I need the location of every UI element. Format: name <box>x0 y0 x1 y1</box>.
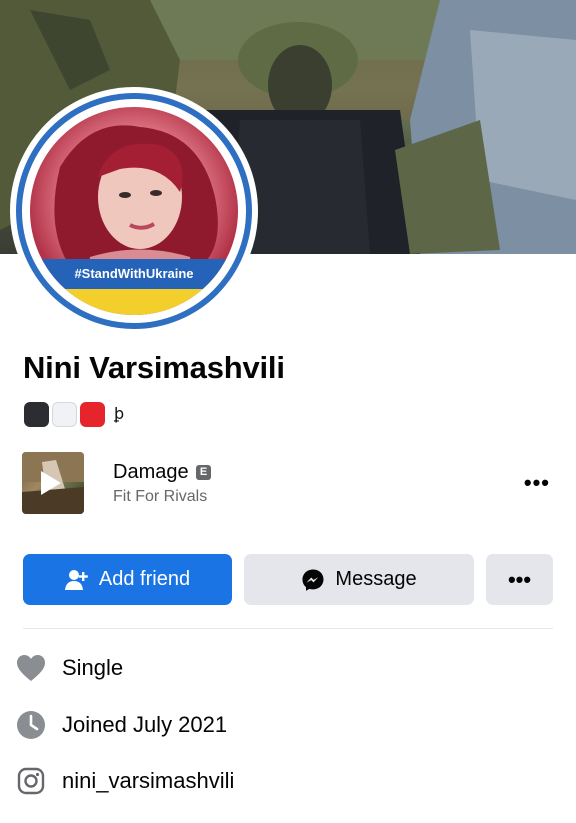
message-label: Message <box>335 568 417 590</box>
detail-joined: Joined July 2021 <box>16 709 227 741</box>
detail-instagram-text[interactable]: nini_varsimashvili <box>62 768 234 794</box>
instagram-icon <box>16 766 46 796</box>
play-icon[interactable] <box>41 471 61 495</box>
avatar-photo: #StandWithUkraine <box>30 107 238 315</box>
profile-emoji-status: ꝧ <box>24 401 124 427</box>
detail-relationship: Single <box>16 652 123 684</box>
song-more-options-icon[interactable]: ••• <box>524 470 550 496</box>
profile-music[interactable]: Damage E Fit For Rivals ••• <box>22 452 556 514</box>
add-friend-icon <box>64 569 89 591</box>
explicit-badge: E <box>196 465 211 480</box>
more-options-button[interactable]: ••• <box>486 554 553 605</box>
song-thumbnail[interactable] <box>22 452 84 514</box>
song-title: Damage <box>113 461 189 483</box>
message-button[interactable]: Message <box>244 554 474 605</box>
clock-icon <box>16 710 46 740</box>
avatar-frame-inner: #StandWithUkraine <box>22 99 246 323</box>
song-artist: Fit For Rivals <box>113 488 208 505</box>
messenger-icon <box>301 568 325 592</box>
ukraine-flag-yellow <box>30 289 238 315</box>
more-options-icon: ••• <box>507 566 532 592</box>
heart-icon <box>16 653 46 683</box>
red-square-emoji <box>80 401 105 427</box>
detail-joined-text: Joined July 2021 <box>62 712 228 737</box>
section-divider <box>23 628 553 629</box>
profile-name: Nini Varsimashvili <box>23 350 285 385</box>
avatar-frame-text: #StandWithUkraine <box>74 266 194 281</box>
status-glyph: ꝧ <box>114 406 125 423</box>
white-square-emoji <box>52 401 77 427</box>
black-square-emoji <box>24 401 49 427</box>
add-friend-button[interactable]: Add friend <box>23 554 232 605</box>
avatar-frame-ring: #StandWithUkraine <box>16 93 252 329</box>
profile-avatar[interactable]: #StandWithUkraine <box>10 87 258 335</box>
detail-relationship-text: Single <box>62 655 124 680</box>
add-friend-label: Add friend <box>98 568 191 590</box>
detail-instagram[interactable]: nini_varsimashvili <box>16 765 234 797</box>
